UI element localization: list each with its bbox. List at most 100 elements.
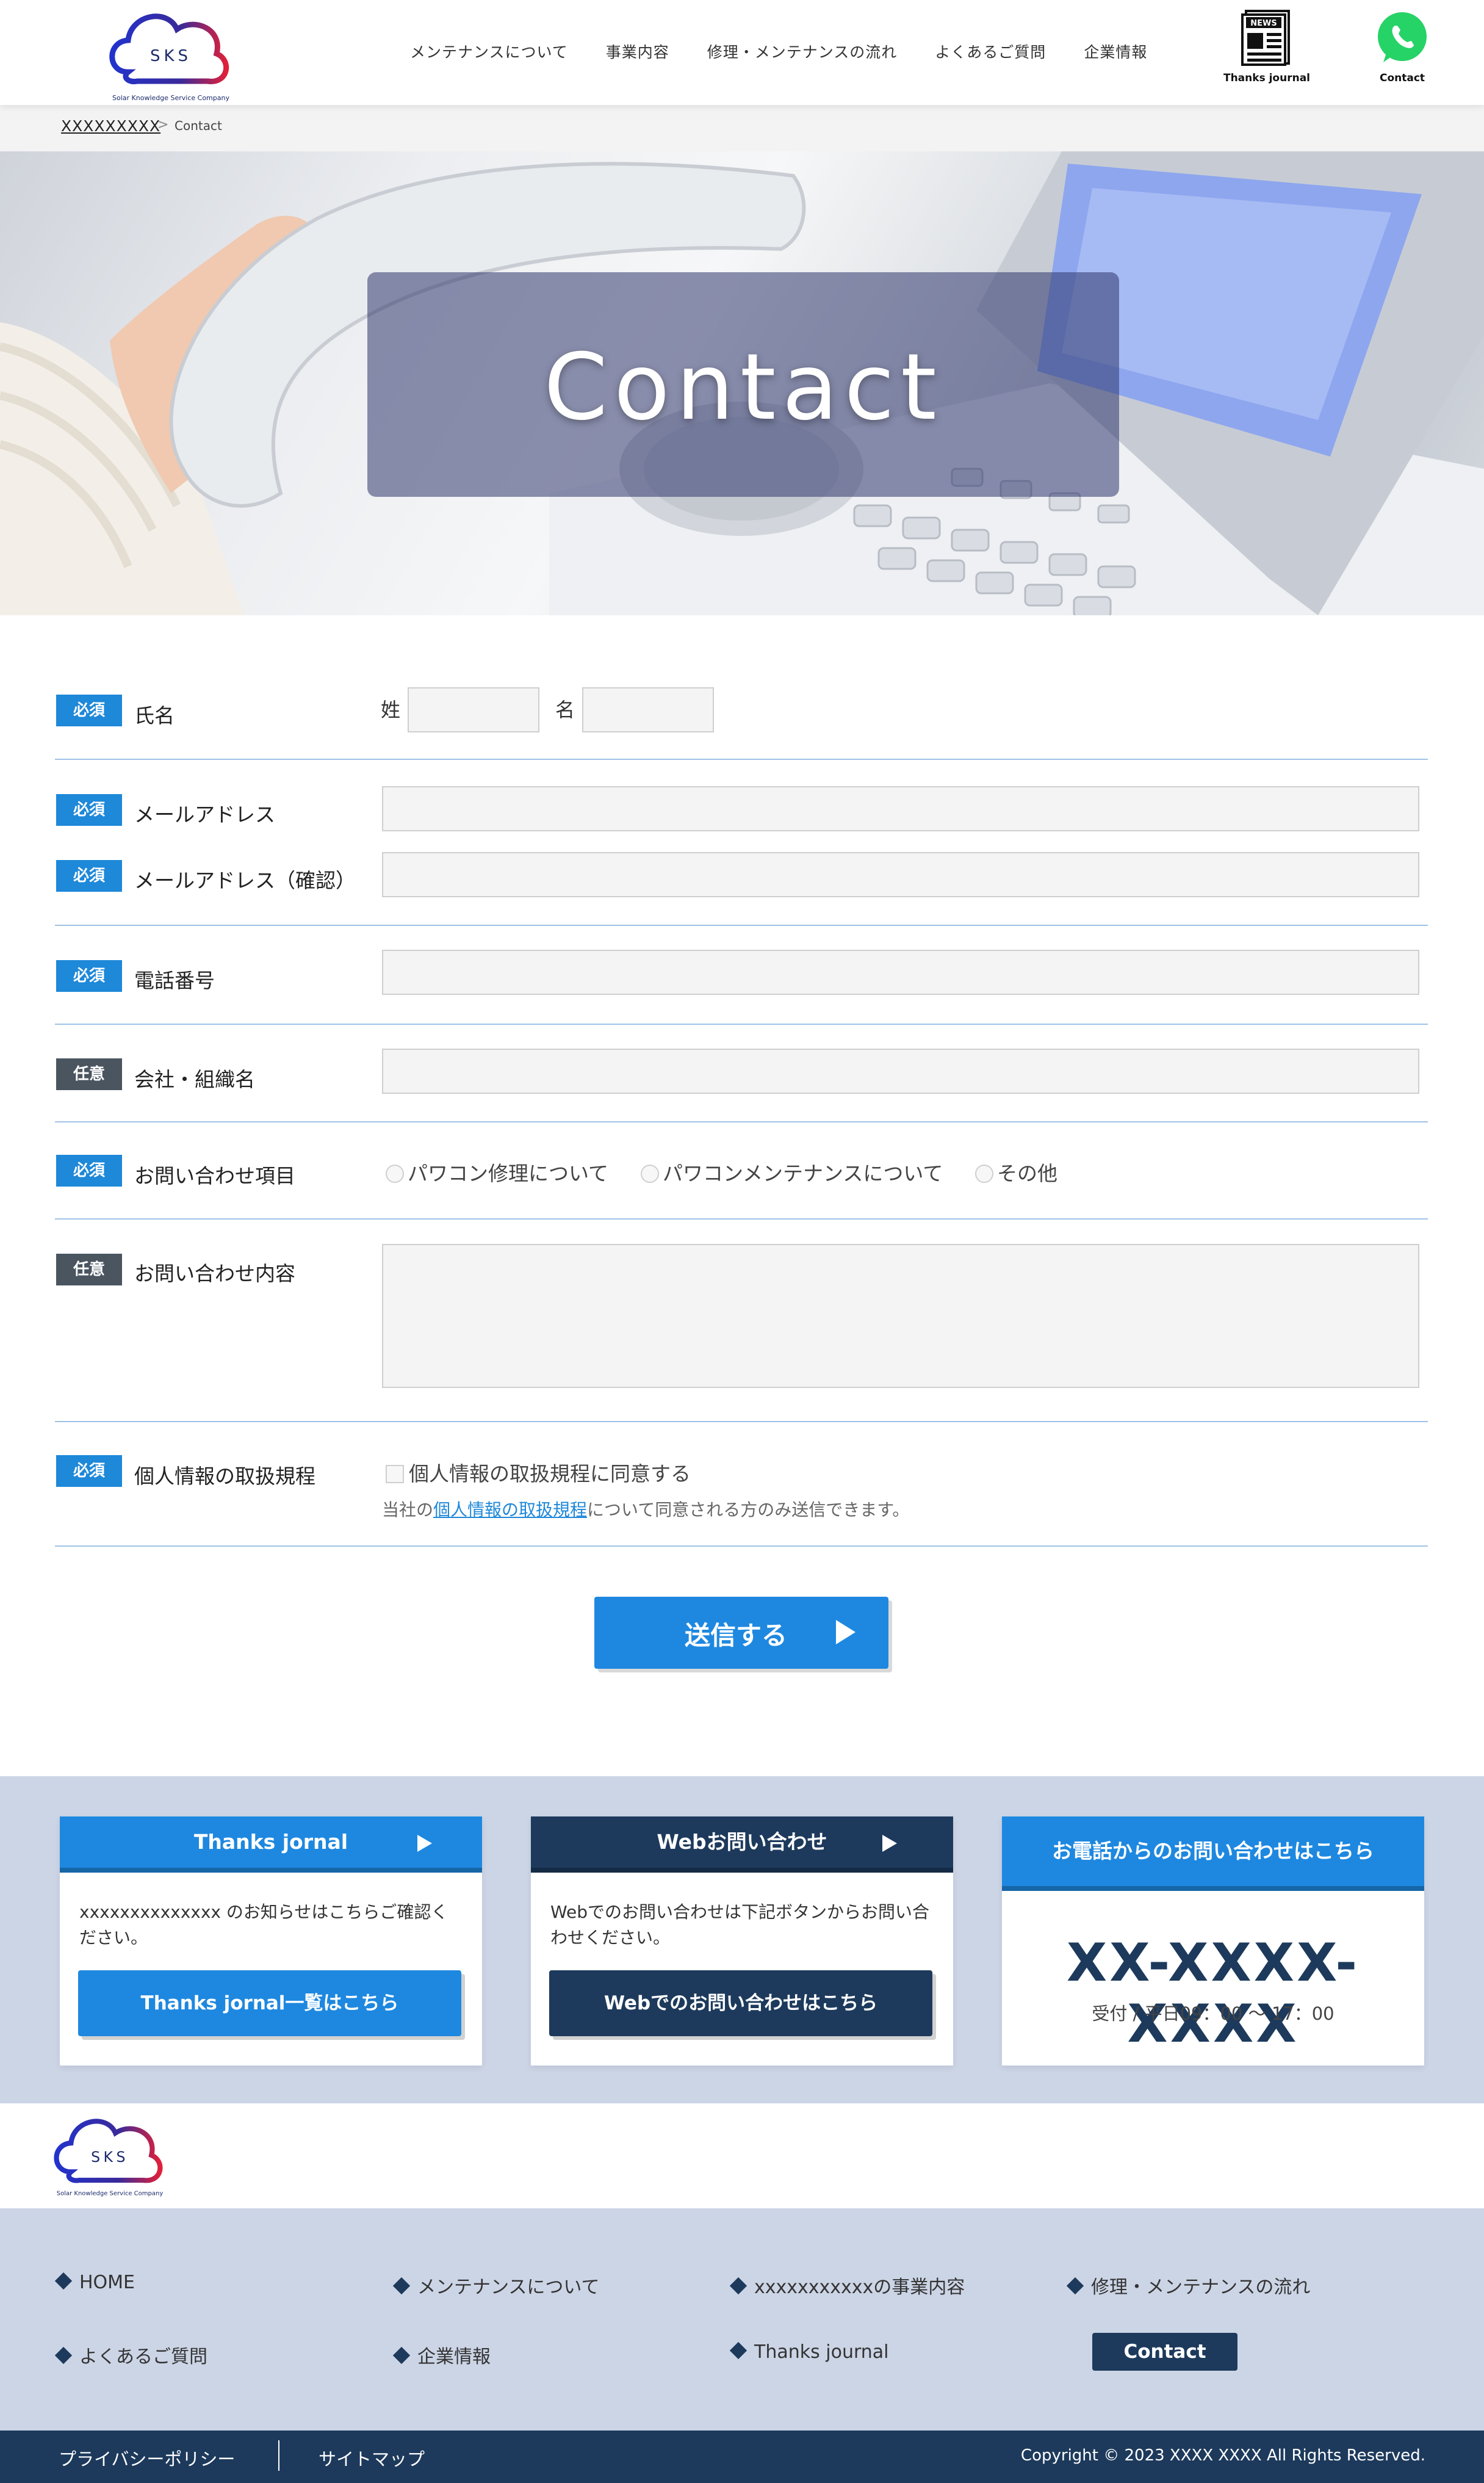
svg-text:SKS: SKS [91,2149,129,2166]
global-nav: メンテナンスについて 事業内容 修理・メンテナンスの流れ よくあるご質問 企業情… [410,40,1185,62]
footer-link-label: xxxxxxxxxxxの事業内容 [754,2277,965,2298]
thanks-journal-label: Thanks journal [1223,72,1310,84]
row-divider [55,1218,1428,1220]
radio-maintenance-label: パワコンメンテナンスについて [663,1162,943,1185]
header-contact-link[interactable]: Contact [1353,9,1451,84]
breadcrumb-home[interactable]: XXXXXXXXX [61,117,160,135]
divider [278,2440,279,2471]
required-badge: 必須 [56,960,122,992]
whatsapp-icon [1378,12,1427,62]
radio-other-label: その他 [997,1162,1057,1185]
radio-circle[interactable] [975,1165,993,1183]
footer-contact-button[interactable]: Contact [1092,2333,1237,2371]
radio-other[interactable]: その他 [975,1157,1057,1187]
nav-company[interactable]: 企業情報 [1084,40,1147,62]
play-arrow-icon [836,1620,855,1644]
radio-repair[interactable]: パワコン修理について [386,1157,608,1187]
required-badge: 必須 [56,860,122,892]
phone-label: 電話番号 [134,969,215,992]
required-badge: 必須 [56,695,122,726]
svg-text:NEWS: NEWS [1250,19,1277,28]
card-header[interactable]: Webお問い合わせ [531,1816,953,1873]
footer-link-maintenance[interactable]: メンテナンスについて [392,2272,600,2299]
radio-circle[interactable] [386,1165,404,1183]
checkbox-box[interactable] [386,1465,404,1483]
consent-checkbox[interactable]: 個人情報の取扱規程に同意する [386,1458,691,1487]
privacy-label: 個人情報の取扱規程 [134,1464,315,1488]
thanks-journal-link[interactable]: NEWS Thanks journal [1218,9,1316,84]
nav-business[interactable]: 事業内容 [606,40,669,62]
breadcrumb-separator: > [157,117,169,132]
card-header: お電話からのお問い合わせはこちら [1002,1816,1424,1891]
radio-maintenance[interactable]: パワコンメンテナンスについて [641,1157,943,1187]
thanks-journal-card: Thanks jornal xxxxxxxxxxxxxx のお知らせはこちらご確… [60,1816,482,2066]
email-label: メールアドレス [134,803,275,826]
required-badge: 必須 [56,794,122,826]
row-divider [55,925,1428,926]
footer-link-faq[interactable]: よくあるご質問 [54,2341,207,2368]
footer-link-label: よくあるご質問 [79,2346,207,2368]
consent-label: 個人情報の取扱規程に同意する [409,1462,691,1486]
diamond-icon [729,2341,747,2360]
phone-field[interactable] [382,950,1419,995]
nav-flow[interactable]: 修理・メンテナンスの流れ [707,40,898,62]
optional-badge: 任意 [56,1058,122,1090]
sitemap-link[interactable]: サイトマップ [319,2445,425,2471]
info-cards-section: Thanks jornal xxxxxxxxxxxxxx のお知らせはこちらご確… [0,1776,1484,2103]
svg-text:Solar Knowledge Service Compan: Solar Knowledge Service Company [57,2190,164,2197]
footer-link-company[interactable]: 企業情報 [392,2341,491,2368]
footer-logo[interactable]: SKS Solar Knowledge Service Company [49,2109,171,2201]
nav-faq[interactable]: よくあるご質問 [935,40,1046,62]
page-title: Contact [544,334,943,441]
email-field[interactable] [382,786,1419,831]
footer-bottom-bar: プライバシーポリシー サイトマップ Copyright © 2023 XXXX … [0,2431,1484,2483]
footer-link-label: メンテナンスについて [417,2277,600,2298]
site-logo[interactable]: SKS Solar Knowledge Service Company [104,5,238,103]
footer-link-flow[interactable]: 修理・メンテナンスの流れ [1066,2272,1311,2299]
last-name-input[interactable] [408,687,539,732]
privacy-policy-link[interactable]: プライバシーポリシー [59,2445,235,2471]
thanks-journal-list-button[interactable]: Thanks jornal一覧はこちら [78,1970,461,2036]
card-title: Webお問い合わせ [657,1830,827,1854]
footer-link-label: HOME [79,2272,135,2293]
nav-maintenance[interactable]: メンテナンスについて [410,40,568,62]
card-title: Thanks jornal [193,1830,348,1854]
privacy-note: 当社の個人情報の取扱規程について同意される方のみ送信できます。 [382,1497,909,1521]
radio-repair-label: パワコン修理について [408,1162,609,1185]
row-divider [55,1024,1428,1025]
optional-badge: 任意 [56,1254,122,1285]
radio-circle[interactable] [641,1165,659,1183]
footer-link-label: 修理・メンテナンスの流れ [1091,2277,1311,2298]
card-header-bar [1002,1886,1424,1891]
footer-link-business[interactable]: xxxxxxxxxxxの事業内容 [729,2272,965,2299]
header-contact-label: Contact [1379,72,1425,84]
company-field[interactable] [382,1049,1419,1094]
privacy-policy-link[interactable]: 個人情報の取扱規程 [433,1500,587,1520]
email-confirm-field[interactable] [382,852,1419,897]
logo-caption: Solar Knowledge Service Company [112,94,229,102]
email-confirm-label: メールアドレス（確認） [134,869,356,892]
hero-banner: Contact [0,151,1484,615]
name-label: 氏名 [134,704,175,728]
footer-link-home[interactable]: HOME [54,2272,135,2293]
row-divider [55,1545,1428,1547]
phone-number[interactable]: XX-XXXX-XXXX [1002,1932,1424,2055]
diamond-icon [1066,2277,1084,2295]
footer-link-thanks-journal[interactable]: Thanks journal [729,2341,889,2363]
required-badge: 必須 [56,1155,122,1187]
submit-button[interactable]: 送信する [594,1597,888,1669]
phone-inquiry-card: お電話からのお問い合わせはこちら XX-XXXX-XXXX 受付 / 平日09：… [1002,1816,1424,2066]
card-header[interactable]: Thanks jornal [60,1816,482,1873]
diamond-icon [729,2277,747,2295]
card-body: Webでのお問い合わせは下記ボタンからお問い合わせください。 [550,1902,930,1948]
row-divider [55,759,1428,760]
inquiry-type-label: お問い合わせ項目 [134,1164,295,1188]
web-inquiry-card: Webお問い合わせ Webでのお問い合わせは下記ボタンからお問い合わせください。… [531,1816,953,2066]
web-inquiry-button[interactable]: Webでのお問い合わせはこちら [549,1970,932,2036]
logo-cloud-icon: SKS [109,13,229,85]
message-label: お問い合わせ内容 [134,1262,295,1285]
footer-nav: HOME メンテナンスについて xxxxxxxxxxxの事業内容 修理・メンテナ… [0,2208,1484,2431]
mei-label: 名 [555,698,575,721]
first-name-input[interactable] [582,687,714,732]
message-textarea[interactable] [382,1244,1419,1388]
